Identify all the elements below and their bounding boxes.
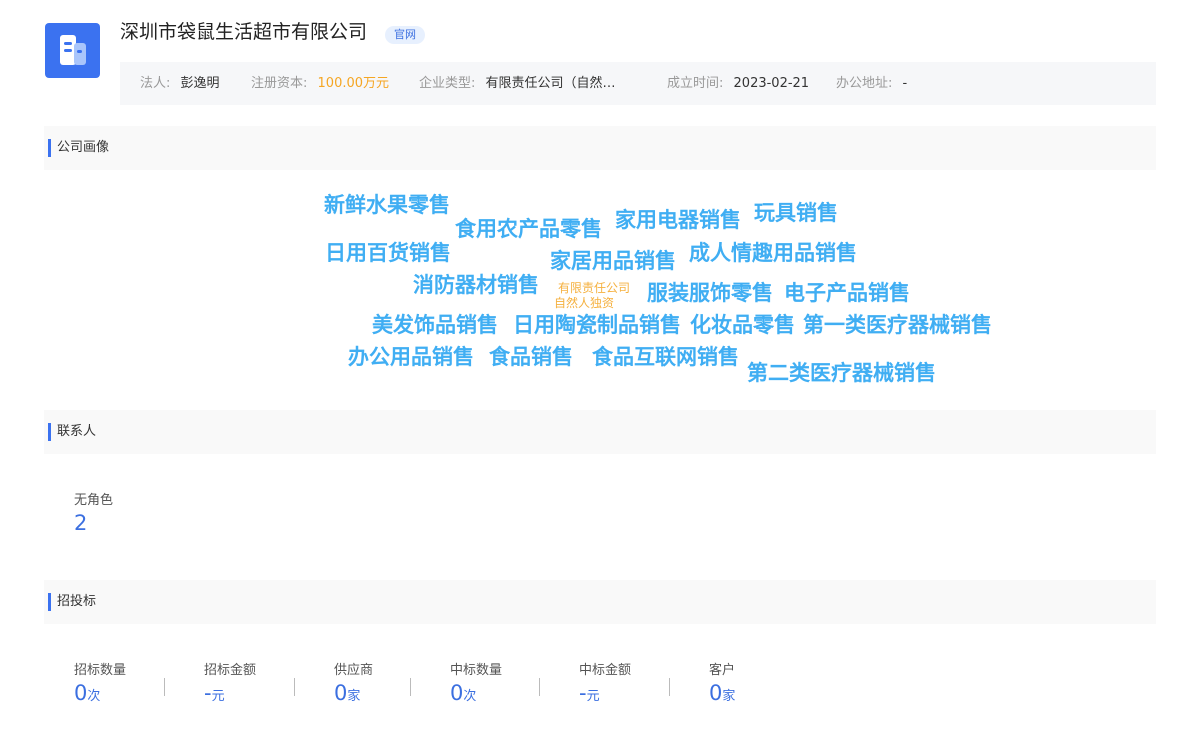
company-type-tag-line1: 有限责任公司 [558,281,631,295]
company-type: 企业类型: 有限责任公司（自然… [419,76,616,91]
scope-word: 消防器材销售 [413,273,539,297]
section-bidding: 招投标 [44,580,1156,624]
company-info-bar: 法人: 彭逸明 注册资本: 100.00万元 企业类型: 有限责任公司（自然… … [120,62,1156,105]
scope-word: 日用陶瓷制品销售 [513,313,681,337]
founded-date: 成立时间: 2023-02-21 [667,76,810,91]
section-title: 联系人 [57,424,97,439]
scope-word: 食用农产品零售 [455,217,602,241]
scope-word: 电子产品销售 [784,281,910,305]
role-count: 2 [74,511,88,535]
company-logo [45,23,100,78]
customer-stat[interactable]: 客户 0家 [709,662,735,710]
stat-divider [539,678,540,696]
legal-rep: 法人: 彭逸明 [140,76,220,91]
scope-word: 食品销售 [489,345,573,369]
section-contacts: 联系人 [44,410,1156,454]
bid-count-stat[interactable]: 招标数量 0次 [74,662,126,710]
scope-word: 成人情趣用品销售 [689,241,857,265]
scope-word: 玩具销售 [754,201,838,225]
scope-word: 日用百货销售 [325,241,451,265]
company-name: 深圳市袋鼠生活超市有限公司 [120,21,368,43]
section-accent-bar [48,139,51,157]
stat-divider [164,678,165,696]
win-amount-stat[interactable]: 中标金额 -元 [579,662,631,710]
contact-role-stat[interactable]: 无角色 2 [74,492,113,536]
section-title: 公司画像 [57,140,110,155]
bid-amount-stat[interactable]: 招标金额 -元 [204,662,256,710]
section-title: 招投标 [57,594,97,609]
company-type-tag-line2: 自然人独资 [554,296,615,310]
scope-word: 化妆品零售 [690,313,795,337]
supplier-stat[interactable]: 供应商 0家 [334,662,373,710]
scope-word: 第二类医疗器械销售 [747,361,936,385]
business-scope-word-cloud: 新鲜水果零售 食用农产品零售 家用电器销售 玩具销售 日用百货销售 家居用品销售… [0,170,1200,400]
legal-rep-link[interactable]: 彭逸明 [181,76,220,91]
scope-word: 美发饰品销售 [372,313,498,337]
section-accent-bar [48,423,51,441]
building-icon [60,35,86,65]
section-accent-bar [48,593,51,611]
official-site-badge[interactable]: 官网 [385,26,425,44]
stat-divider [294,678,295,696]
scope-word: 服装服饰零售 [647,281,773,305]
stat-divider [410,678,411,696]
registered-capital: 注册资本: 100.00万元 [251,76,390,91]
section-company-portrait: 公司画像 [44,126,1156,170]
role-label: 无角色 [74,493,114,508]
office-address: 办公地址: - [836,76,908,91]
scope-word: 办公用品销售 [348,345,474,369]
scope-word: 食品互联网销售 [592,345,739,369]
scope-word: 家居用品销售 [550,249,676,273]
scope-word: 家用电器销售 [615,208,741,232]
stat-divider [669,678,670,696]
scope-word: 第一类医疗器械销售 [803,313,992,337]
scope-word: 新鲜水果零售 [324,193,450,217]
win-count-stat[interactable]: 中标数量 0次 [450,662,502,710]
